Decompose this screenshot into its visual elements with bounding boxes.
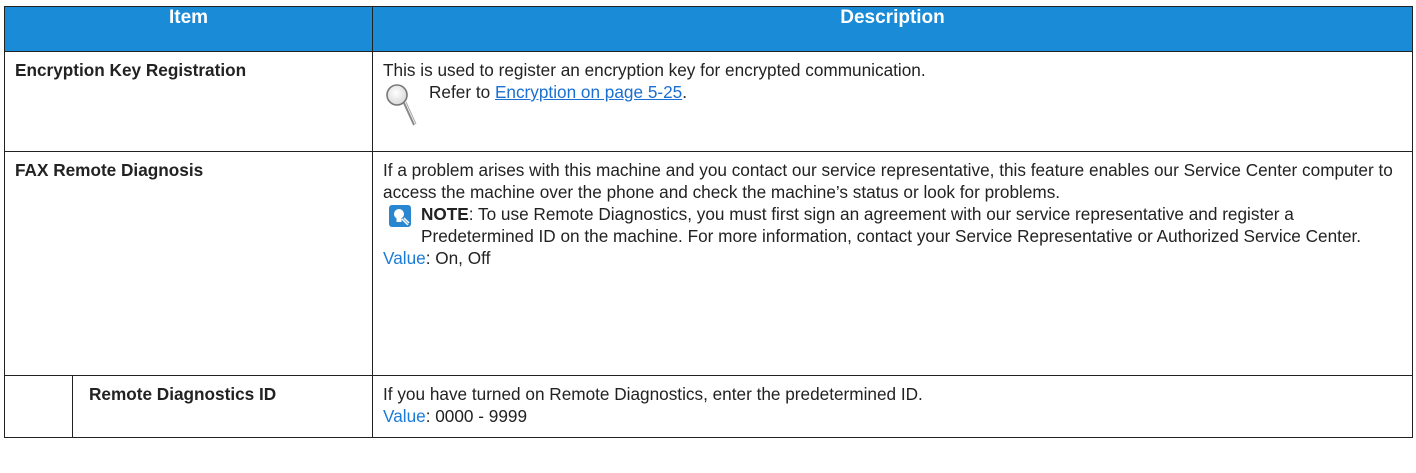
description-cell: If you have turned on Remote Diagnostics…: [372, 375, 1414, 438]
reference-suffix: .: [682, 82, 688, 102]
table-row: Remote Diagnostics ID If you have turned…: [4, 375, 1414, 438]
table-row: FAX Remote Diagnosis If a problem arises…: [3, 151, 1414, 376]
note-label: NOTE: [421, 204, 469, 224]
value-text: : 0000 - 9999: [425, 406, 527, 426]
description-text: If you have turned on Remote Diagnostics…: [383, 384, 923, 404]
note-text: : To use Remote Diagnostics, you must fi…: [421, 204, 1362, 246]
description-cell: This is used to register an encryption k…: [372, 51, 1414, 152]
indent-cell: [4, 375, 73, 438]
table-row: Encryption Key Registration This is used…: [3, 51, 1414, 152]
header-item: Item: [3, 6, 374, 52]
description-text: If a problem arises with this machine an…: [383, 160, 1393, 202]
value-line: Value: 0000 - 9999: [383, 405, 1402, 427]
reference-prefix: Refer to: [429, 82, 495, 102]
description-cell: If a problem arises with this machine an…: [372, 151, 1414, 376]
description-text: This is used to register an encryption k…: [383, 60, 926, 80]
settings-table: Item Description Encryption Key Registra…: [3, 6, 1414, 438]
value-line: Value: On, Off: [383, 247, 1402, 269]
value-label: Value: [383, 406, 426, 426]
table-header-row: Item Description: [3, 6, 1414, 52]
value-text: : On, Off: [425, 248, 491, 268]
header-description: Description: [372, 6, 1414, 52]
item-encryption-key-registration: Encryption Key Registration: [3, 51, 374, 152]
note-block: NOTE: To use Remote Diagnostics, you mus…: [383, 203, 1402, 247]
item-remote-diagnostics-id: Remote Diagnostics ID: [71, 375, 374, 438]
magnifier-icon: [386, 84, 417, 126]
value-label: Value: [383, 248, 426, 268]
item-fax-remote-diagnosis: FAX Remote Diagnosis: [3, 151, 374, 376]
note-lightbulb-icon: [389, 205, 412, 227]
encryption-page-link[interactable]: Encryption on page 5-25: [495, 82, 682, 102]
reference-line: Refer to Encryption on page 5-25.: [383, 81, 1402, 129]
